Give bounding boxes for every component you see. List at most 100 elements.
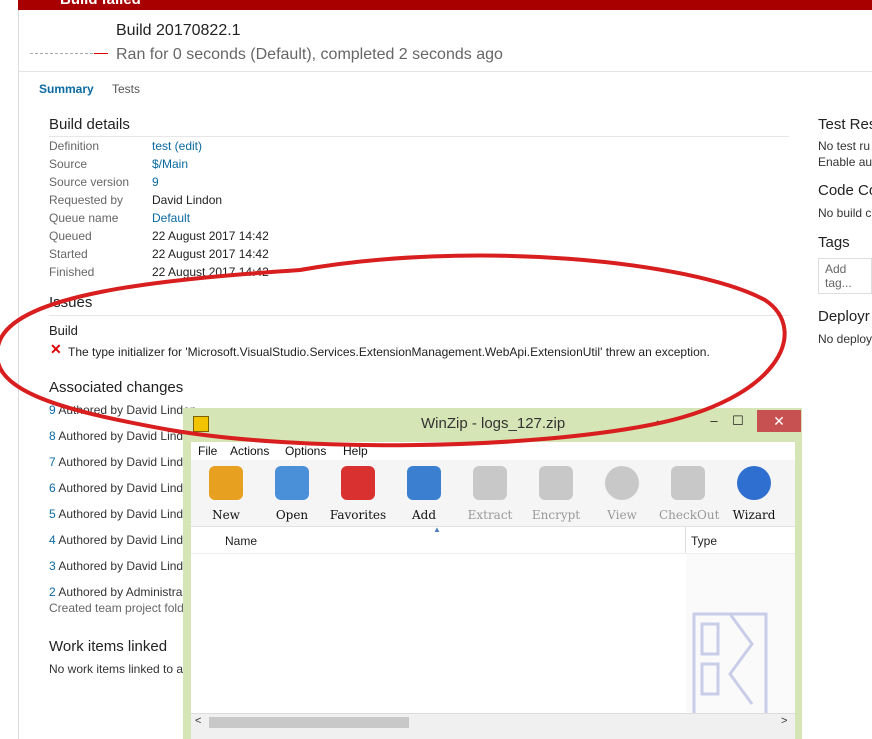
restore-icon[interactable]: ⇔ [649, 412, 671, 430]
winzip-window: WinZip - logs_127.zip ⇔ – ☐ ✕ File Actio… [183, 408, 802, 739]
change-item[interactable]: 7 Authored by David Lind [49, 455, 183, 469]
winzip-app-icon [193, 416, 209, 432]
changeset-link[interactable]: 7 [49, 455, 56, 469]
change-item[interactable]: 9 Authored by David Lindon [49, 403, 196, 417]
favorites-button[interactable]: Favorites [329, 466, 387, 522]
definition-link[interactable]: test (edit) [152, 139, 202, 153]
change-author: Authored by David Lindon [55, 403, 197, 417]
column-name[interactable]: Name [225, 534, 257, 548]
build-name: Build 20170822.1 [116, 22, 241, 39]
error-message: The type initializer for 'Microsoft.Visu… [68, 345, 710, 359]
source-link[interactable]: $/Main [152, 157, 188, 171]
scroll-left-icon[interactable]: < [195, 715, 201, 727]
issue-group: Build [49, 323, 78, 338]
change-item[interactable]: 8 Authored by David Lind [49, 429, 183, 443]
winzip-statusbar [191, 731, 795, 739]
changeset-link[interactable]: 3 [49, 559, 56, 573]
deployment-text: No deploy [818, 332, 872, 346]
work-items-title: Work items linked [49, 638, 168, 655]
open-button[interactable]: Open [263, 466, 321, 522]
change-item[interactable]: 3 Authored by David Lind [49, 559, 183, 573]
banner-text: Build failed [60, 0, 141, 8]
toolbar-label: Encrypt [531, 508, 581, 522]
checkout-button[interactable]: CheckOut [659, 466, 720, 522]
associated-changes-title: Associated changes [49, 379, 184, 396]
scroll-right-icon[interactable]: > [781, 715, 787, 727]
changeset-link[interactable]: 5 [49, 507, 56, 521]
wizard-button[interactable]: Wizard [725, 466, 783, 522]
changeset-link[interactable]: 6 [49, 481, 56, 495]
changeset-link[interactable]: 9 [49, 403, 56, 417]
deployment-title: Deployr [818, 308, 870, 325]
winzip-title: WinZip - logs_127.zip [421, 415, 566, 432]
encrypt-button[interactable]: Encrypt [527, 466, 585, 522]
maximize-button[interactable]: ☐ [727, 412, 749, 430]
status-dash-failed [94, 53, 108, 54]
favorites-icon [341, 466, 375, 500]
change-author: Authored by David Lind [55, 507, 184, 521]
enable-auto-link[interactable]: Enable aut [818, 155, 872, 169]
run-info: Ran for 0 seconds (Default), completed 2… [116, 46, 503, 63]
column-type[interactable]: Type [691, 534, 717, 548]
change-item[interactable]: 5 Authored by David Lind [49, 507, 183, 521]
code-coverage-title: Code Co [818, 182, 872, 199]
change-author: Authored by David Lind [55, 455, 184, 469]
detail-label: Definition [49, 139, 100, 153]
add-icon [407, 466, 441, 500]
error-x-icon: ✕ [50, 341, 62, 357]
source-version-link[interactable]: 9 [152, 175, 159, 189]
menu-help[interactable]: Help [343, 444, 368, 458]
encrypt-icon [539, 466, 573, 500]
toolbar-label: New [212, 508, 240, 522]
winzip-file-list[interactable]: Name ▲ Type [191, 525, 795, 722]
view-button[interactable]: View [593, 466, 651, 522]
detail-label: Source [49, 157, 88, 171]
changeset-link[interactable]: 4 [49, 533, 56, 547]
type-column-area [686, 554, 795, 722]
divider [49, 315, 789, 316]
toolbar-label: CheckOut [659, 508, 720, 522]
new-icon [209, 466, 243, 500]
new-button[interactable]: New [197, 466, 255, 522]
toolbar-label: View [607, 508, 637, 522]
close-button[interactable]: ✕ [757, 410, 801, 432]
change-author: Authored by David Lind [55, 429, 184, 443]
menu-actions[interactable]: Actions [230, 444, 269, 458]
change-comment: Created team project fold [49, 601, 184, 615]
winzip-titlebar[interactable]: WinZip - logs_127.zip ⇔ – ☐ ✕ [183, 408, 802, 440]
column-divider[interactable] [685, 527, 686, 553]
test-results-text: No test ru [818, 139, 871, 153]
detail-label: Queue name [49, 211, 119, 225]
header-separator [18, 71, 872, 72]
change-item[interactable]: 2 Authored by Administra [49, 585, 182, 599]
winzip-toolbar: New Open Favorites Add Extract Encrypt V… [191, 460, 795, 526]
extract-button[interactable]: Extract [461, 466, 519, 522]
change-author: Authored by David Lind [55, 559, 184, 573]
queue-name-link[interactable]: Default [152, 211, 190, 225]
changeset-link[interactable]: 2 [49, 585, 56, 599]
started-value: 22 August 2017 14:42 [152, 247, 269, 261]
wizard-icon [737, 466, 771, 500]
test-results-title: Test Res [818, 116, 872, 133]
issues-title: Issues [49, 294, 93, 311]
horizontal-scrollbar[interactable]: < > [191, 713, 795, 731]
minimize-button[interactable]: – [703, 412, 725, 430]
tab-tests[interactable]: Tests [112, 82, 140, 96]
add-button[interactable]: Add [395, 466, 453, 522]
menu-file[interactable]: File [198, 444, 217, 458]
add-tag-input[interactable]: Add tag... [818, 258, 872, 294]
scroll-thumb[interactable] [209, 717, 409, 728]
detail-label: Started [49, 247, 88, 261]
menu-options[interactable]: Options [285, 444, 326, 458]
toolbar-label: Open [275, 508, 309, 522]
winzip-watermark-icon [692, 612, 768, 720]
change-author: Authored by Administra [55, 585, 183, 599]
toolbar-label: Wizard [732, 508, 776, 522]
detail-label: Queued [49, 229, 92, 243]
toolbar-label: Favorites [329, 508, 387, 522]
change-item[interactable]: 6 Authored by David Lind [49, 481, 183, 495]
changeset-link[interactable]: 8 [49, 429, 56, 443]
change-item[interactable]: 4 Authored by David Lind [49, 533, 183, 547]
tab-summary[interactable]: Summary [39, 82, 94, 96]
finished-value: 22 August 2017 14:42 [152, 265, 269, 279]
